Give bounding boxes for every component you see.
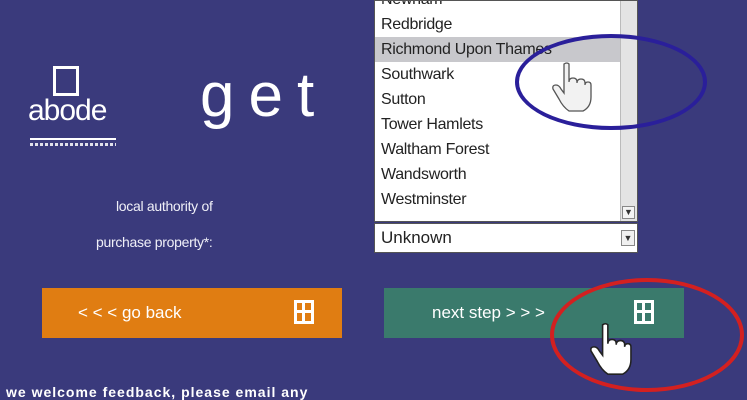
list-item[interactable]: Waltham Forest <box>375 137 637 162</box>
go-back-button[interactable]: < < < go back <box>42 288 342 338</box>
list-item[interactable]: Redbridge <box>375 12 637 37</box>
abode-logo: abode <box>28 66 118 156</box>
purchase-property-label: purchase property*: <box>96 234 213 250</box>
local-authority-label: local authority of <box>116 198 213 214</box>
local-authority-select[interactable]: Unknown ▼ <box>374 223 638 253</box>
local-authority-listbox[interactable]: NewhamRedbridgeRichmond Upon ThamesSouth… <box>374 0 638 222</box>
list-item[interactable]: Sutton <box>375 87 637 112</box>
logo-underline <box>30 138 116 140</box>
chevron-down-icon[interactable]: ▼ <box>622 206 635 219</box>
list-item[interactable]: Tower Hamlets <box>375 112 637 137</box>
chevron-down-icon[interactable]: ▼ <box>621 230 635 246</box>
list-item[interactable]: Newham <box>375 1 637 12</box>
feedback-text: we welcome feedback, please email any <box>6 384 309 400</box>
listbox-scrollbar[interactable]: ▼ <box>620 1 637 221</box>
select-value: Unknown <box>381 228 452 247</box>
window-icon <box>294 300 314 324</box>
window-icon <box>634 300 654 324</box>
logo-text: abode <box>28 94 107 127</box>
window-logo-icon <box>53 66 79 96</box>
headline: get <box>200 61 329 130</box>
logo-dotted-line <box>30 143 116 146</box>
list-item[interactable]: Southwark <box>375 62 637 87</box>
list-item[interactable]: Westminster <box>375 187 637 212</box>
list-item[interactable]: Richmond Upon Thames <box>375 37 637 62</box>
go-back-label: < < < go back <box>78 303 182 322</box>
next-step-label: next step > > > <box>432 303 545 322</box>
next-step-button[interactable]: next step > > > <box>384 288 684 338</box>
list-item[interactable]: Wandsworth <box>375 162 637 187</box>
